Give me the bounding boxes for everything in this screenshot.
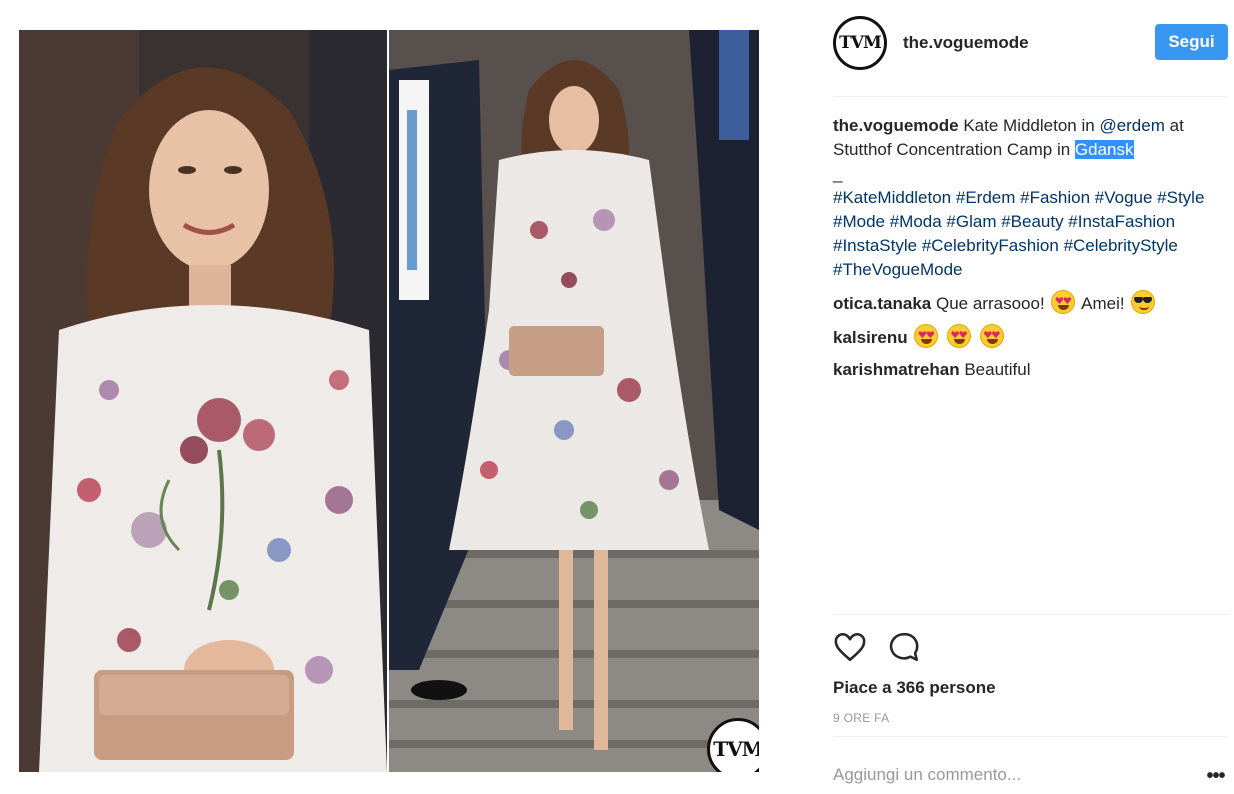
heart-icon [834, 632, 866, 662]
caption-text-1: Kate Middleton in [958, 116, 1100, 135]
hashtags[interactable]: #KateMiddleton #Erdem #Fashion #Vogue #S… [833, 188, 1204, 279]
caption-username[interactable]: the.voguemode [833, 116, 959, 135]
comment-button[interactable] [887, 630, 921, 664]
likes-count[interactable]: Piace a 366 persone [833, 678, 996, 698]
comments-list: the.voguemode Kate Middleton in @erdem a… [833, 114, 1228, 390]
comment-item: otica.tanaka Que arrasooo! Amei! [833, 290, 1228, 316]
caption-separator: _ [833, 164, 843, 183]
caption: the.voguemode Kate Middleton in @erdem a… [833, 114, 1228, 282]
comment-item: kalsirenu [833, 324, 1228, 350]
sunglasses-emoji [1131, 290, 1156, 314]
heart-eyes-emoji [1051, 290, 1076, 314]
photo-panel-closeup [19, 30, 387, 772]
comment-username[interactable]: kalsirenu [833, 328, 908, 347]
post-sidebar: TVM the.voguemode Segui the.voguemode Ka… [833, 0, 1228, 794]
comment-username[interactable]: karishmatrehan [833, 360, 960, 379]
author-username[interactable]: the.voguemode [903, 33, 1029, 53]
heart-eyes-emoji [914, 324, 939, 348]
comment-text: Que arrasooo! [931, 294, 1050, 313]
photo-panel-fullbody [389, 30, 759, 772]
like-button[interactable] [833, 630, 867, 664]
comment-username[interactable]: otica.tanaka [833, 294, 931, 313]
comment-text-after: Amei! [1077, 294, 1130, 313]
follow-button[interactable]: Segui [1155, 24, 1228, 60]
header-divider [833, 96, 1228, 97]
post-header: TVM the.voguemode Segui [833, 16, 1228, 72]
heart-eyes-emoji [947, 324, 972, 348]
post-timestamp[interactable]: 9 ORE FA [833, 711, 889, 725]
comment-item: karishmatrehan Beautiful [833, 358, 1228, 382]
post-photo[interactable]: TVM [19, 30, 759, 772]
avatar[interactable]: TVM [833, 16, 887, 70]
location-link[interactable]: Gdansk [1074, 140, 1134, 159]
heart-eyes-emoji [979, 324, 1004, 348]
comment-bubble-icon [889, 632, 919, 662]
more-options-icon[interactable]: ••• [1203, 764, 1228, 788]
actions-divider [833, 614, 1228, 615]
comment-text: Beautiful [959, 360, 1031, 379]
composer-divider [833, 736, 1228, 737]
add-comment-input[interactable] [833, 760, 1193, 790]
post-actions [833, 630, 1228, 666]
mention-link[interactable]: @erdem [1099, 116, 1164, 135]
